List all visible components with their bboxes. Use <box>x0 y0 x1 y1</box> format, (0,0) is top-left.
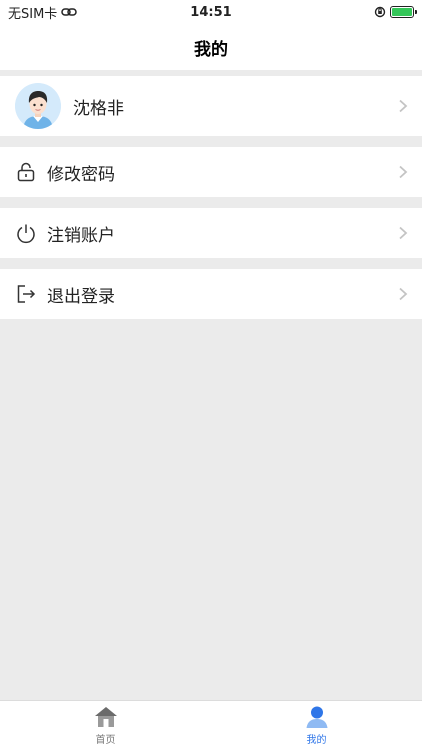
tab-mine[interactable]: 我的 <box>211 701 422 750</box>
rotation-lock-icon <box>374 6 386 18</box>
menu-item-cancel-account[interactable]: 注销账户 <box>0 208 422 258</box>
chevron-right-icon <box>399 99 408 113</box>
chevron-right-icon <box>399 287 408 301</box>
page-title: 我的 <box>194 39 228 60</box>
avatar <box>15 83 61 129</box>
menu-item-label: 注销账户 <box>47 225 115 246</box>
link-icon <box>61 8 78 16</box>
tab-label-home: 首页 <box>95 735 116 746</box>
menu-item-label: 修改密码 <box>47 164 115 185</box>
status-bar: 无SIM卡 14:51 <box>0 0 422 24</box>
chevron-right-icon <box>399 165 408 179</box>
status-right <box>374 6 417 18</box>
nav-bar: 我的 <box>0 24 422 70</box>
person-icon <box>306 706 327 728</box>
power-icon <box>17 224 35 244</box>
menu-item-logout[interactable]: 退出登录 <box>0 269 422 319</box>
carrier-label: 无SIM卡 <box>8 6 58 22</box>
menu-item-label: 退出登录 <box>47 286 115 307</box>
chevron-right-icon <box>399 226 408 240</box>
profile-row[interactable]: 沈格非 <box>0 76 422 136</box>
home-icon <box>94 707 117 727</box>
logout-icon <box>17 285 36 303</box>
battery-level <box>392 8 412 16</box>
tab-bar: 首页 我的 <box>0 700 422 750</box>
menu-item-change-password[interactable]: 修改密码 <box>0 147 422 197</box>
profile-name: 沈格非 <box>73 98 124 119</box>
status-left: 无SIM卡 <box>8 3 78 22</box>
battery-icon <box>390 6 417 18</box>
tab-label-mine: 我的 <box>306 735 327 746</box>
tab-home[interactable]: 首页 <box>0 701 211 750</box>
lock-icon <box>17 162 35 182</box>
